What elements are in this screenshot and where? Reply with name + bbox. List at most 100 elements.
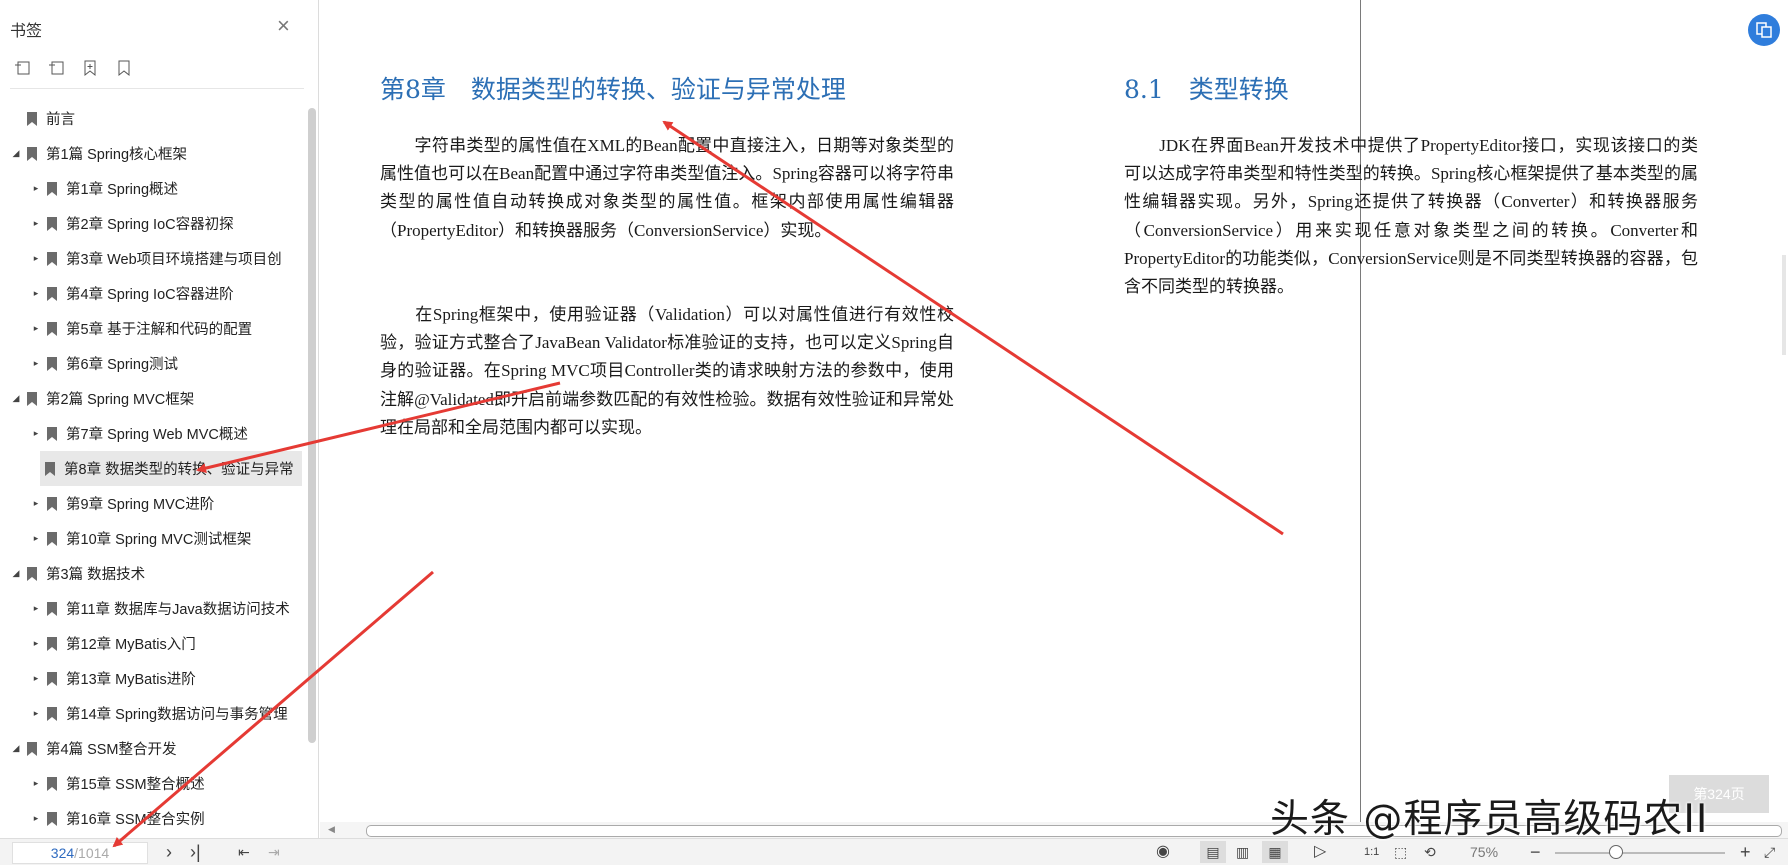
zoom-out-icon[interactable]: − <box>1530 841 1541 863</box>
bookmark-icon <box>47 671 57 686</box>
bookmark-item[interactable]: ▸ 第10章 Spring MVC测试框架 <box>0 521 305 556</box>
close-icon[interactable]: × <box>277 13 290 39</box>
bookmark-label: 第1章 Spring概述 <box>66 182 179 198</box>
scroll-left-icon[interactable]: ◀ <box>328 824 335 835</box>
expand-arrow-icon[interactable]: ▸ <box>30 218 42 229</box>
add-bookmark-icon[interactable] <box>80 58 100 78</box>
bookmark-item[interactable]: ▸ 第1章 Spring概述 <box>0 171 305 206</box>
divider <box>10 88 304 89</box>
chapter-heading: 第8章 数据类型的转换、验证与异常处理 <box>380 75 846 104</box>
bookmark-icon <box>27 391 37 406</box>
expand-arrow-icon[interactable]: ▸ <box>30 778 42 789</box>
bookmark-label: 第10章 Spring MVC测试框架 <box>66 532 252 548</box>
bookmark-item[interactable]: ◢ 第2篇 Spring MVC框架 <box>0 381 305 416</box>
bookmark-item[interactable]: ▸ 第3章 Web项目环境搭建与项目创 <box>0 241 305 276</box>
expand-arrow-icon[interactable]: ▸ <box>30 813 42 824</box>
eye-care-icon[interactable]: ◉ <box>1156 841 1170 863</box>
zoom-in-icon[interactable]: + <box>1740 841 1751 863</box>
bookmark-label: 第4篇 SSM整合开发 <box>46 742 177 758</box>
bookmark-icon <box>47 426 57 441</box>
bookmark-label: 第1篇 Spring核心框架 <box>46 147 188 163</box>
bookmark-icon <box>47 286 57 301</box>
bookmark-item[interactable]: 前言 <box>0 101 305 136</box>
bookmark-label: 第5章 基于注解和代码的配置 <box>66 322 253 338</box>
bookmark-item[interactable]: ▸ 第7章 Spring Web MVC概述 <box>0 416 305 451</box>
bookmark-label: 第7章 Spring Web MVC概述 <box>66 427 248 443</box>
bookmark-item[interactable]: ▸ 第9章 Spring MVC进阶 <box>0 486 305 521</box>
collapse-arrow-icon[interactable]: ◢ <box>10 148 22 159</box>
expand-arrow-icon[interactable]: ▸ <box>30 498 42 509</box>
expand-arrow-icon[interactable]: ▸ <box>30 708 42 719</box>
section-heading: 8.1 类型转换 <box>1124 75 1289 104</box>
single-page-icon[interactable]: ▤ <box>1200 841 1226 863</box>
bookmark-label: 第4章 Spring IoC容器进阶 <box>66 287 234 303</box>
bookmark-label: 第15章 SSM整合概述 <box>66 777 205 793</box>
bookmark-item[interactable]: ▸第8章 数据类型的转换、验证与异常 <box>40 451 302 486</box>
bookmark-item[interactable]: ▸ 第13章 MyBatis进阶 <box>0 661 305 696</box>
zoom-slider-knob[interactable] <box>1608 845 1623 859</box>
bookmark-item[interactable]: ▸ 第4章 Spring IoC容器进阶 <box>0 276 305 311</box>
zoom-slider[interactable] <box>1555 852 1725 854</box>
bookmark-panel-title: 书签 <box>10 23 43 40</box>
left-paragraph-1: 字符串类型的属性值在XML的Bean配置中直接注入，日期等对象类型的属性值也可以… <box>380 136 954 240</box>
fit-page-icon[interactable]: ⬚ <box>1394 841 1407 863</box>
play-icon[interactable]: ▷ <box>1314 841 1326 863</box>
bookmark-icon <box>47 356 57 371</box>
actual-size-icon[interactable]: 1:1 <box>1364 841 1379 863</box>
page-number-input[interactable]: 324/1014 <box>12 842 148 864</box>
zoom-level[interactable]: 75% <box>1470 844 1498 860</box>
right-paragraph-1: JDK在界面Bean开发技术中提供了PropertyEditor接口，实现该接口… <box>1124 136 1698 297</box>
bookmark-icon <box>47 216 57 231</box>
expand-arrow-icon[interactable]: ▸ <box>30 323 42 334</box>
bookmark-item[interactable]: ▸ 第2章 Spring IoC容器初探 <box>0 206 305 241</box>
forward-icon[interactable]: ⇥ <box>268 841 280 863</box>
rotate-icon[interactable]: ⟲ <box>1424 841 1436 863</box>
bookmark-label: 第2章 Spring IoC容器初探 <box>66 217 234 233</box>
expand-arrow-icon[interactable]: ▸ <box>30 638 42 649</box>
expand-arrow-icon[interactable]: ▸ <box>30 673 42 684</box>
bookmark-label: 第3章 Web项目环境搭建与项目创 <box>66 252 282 268</box>
bookmark-label: 第3篇 数据技术 <box>46 567 146 583</box>
next-page-icon[interactable]: › <box>166 841 172 863</box>
collapse-all-icon[interactable] <box>46 58 66 78</box>
collapse-arrow-icon[interactable]: ◢ <box>10 743 22 754</box>
bookmark-item[interactable]: ▸ 第6章 Spring测试 <box>0 346 305 381</box>
bookmark-label: 第6章 Spring测试 <box>66 357 179 373</box>
collapse-arrow-icon[interactable]: ◢ <box>10 393 22 404</box>
last-page-icon[interactable]: ›| <box>190 841 201 863</box>
bookmark-item[interactable]: ▸ 第15章 SSM整合概述 <box>0 766 305 801</box>
bookmark-item[interactable]: ◢ 第4篇 SSM整合开发 <box>0 731 305 766</box>
bookmark-item[interactable]: ▸ 第12章 MyBatis入门 <box>0 626 305 661</box>
expand-arrow-icon[interactable]: ▸ <box>30 603 42 614</box>
expand-arrow-icon[interactable]: ▸ <box>30 253 42 264</box>
convert-tool-icon[interactable] <box>1748 14 1780 46</box>
sidebar-scrollbar[interactable] <box>308 108 316 743</box>
fullscreen-icon[interactable]: ⤢ <box>1764 841 1775 863</box>
bookmark-icon <box>47 496 57 511</box>
expand-arrow-icon[interactable]: ▸ <box>30 428 42 439</box>
expand-all-icon[interactable] <box>12 58 32 78</box>
expand-arrow-icon[interactable]: ▸ <box>30 358 42 369</box>
bookmark-item[interactable]: ▸ 第16章 SSM整合实例 <box>0 801 305 836</box>
bookmark-item[interactable]: ◢ 第1篇 Spring核心框架 <box>0 136 305 171</box>
bookmark-icon <box>45 461 55 476</box>
expand-arrow-icon[interactable]: ▸ <box>30 183 42 194</box>
bookmark-panel: 书签 × 前言 ◢ 第1篇 Spring核心框架 ▸ 第1章 Spring概述 ▸ 第2章 … <box>0 0 319 838</box>
collapse-arrow-icon[interactable]: ◢ <box>10 568 22 579</box>
bookmark-item[interactable]: ▸ 第5章 基于注解和代码的配置 <box>0 311 305 346</box>
back-icon[interactable]: ⇤ <box>238 841 250 863</box>
bookmark-item[interactable]: ▸ 第11章 数据库与Java数据访问技术 <box>0 591 305 626</box>
two-page-icon[interactable]: ▦ <box>1262 841 1288 863</box>
bookmark-icon <box>27 741 37 756</box>
bookmark-label: 第16章 SSM整合实例 <box>66 812 205 828</box>
vertical-scrollbar[interactable] <box>1782 255 1786 355</box>
bookmark-icon <box>47 706 57 721</box>
bookmark-item[interactable]: ▸ 第14章 Spring数据访问与事务管理 <box>0 696 305 731</box>
bookmark-icon[interactable] <box>114 58 134 78</box>
bookmark-icon <box>27 146 37 161</box>
bookmark-icon <box>47 601 57 616</box>
expand-arrow-icon[interactable]: ▸ <box>30 533 42 544</box>
bookmark-item[interactable]: ◢ 第3篇 数据技术 <box>0 556 305 591</box>
expand-arrow-icon[interactable]: ▸ <box>30 288 42 299</box>
continuous-page-icon[interactable]: ▥ <box>1236 841 1249 863</box>
